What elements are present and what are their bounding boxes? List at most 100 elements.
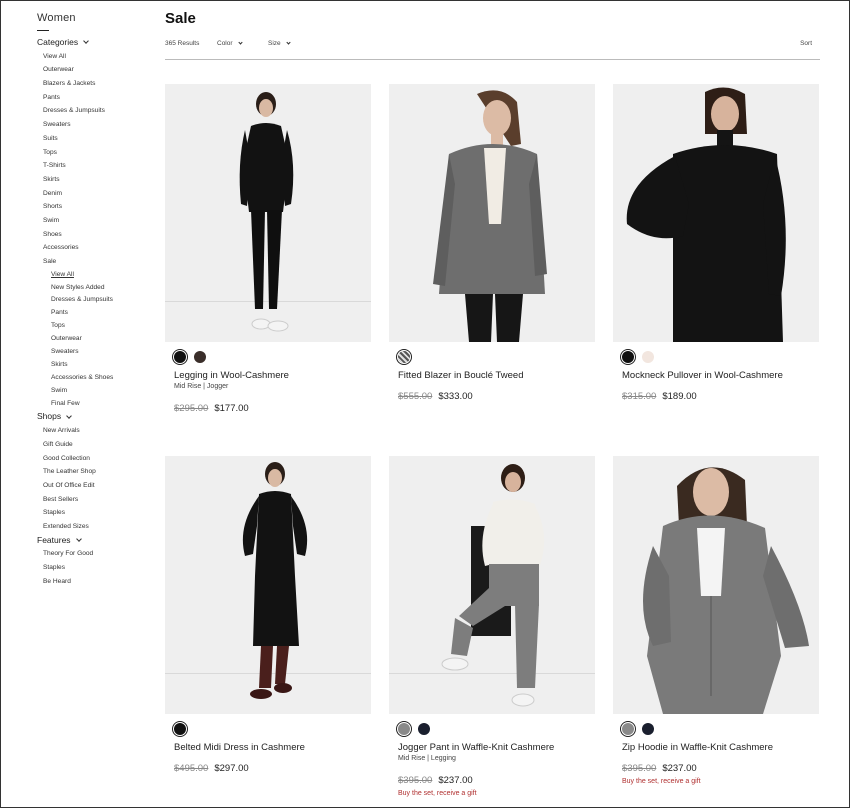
chevron-down-icon — [75, 536, 82, 542]
product-name[interactable]: Legging in Wool-Cashmere — [174, 370, 289, 381]
sidebar-item-tops[interactable]: Tops — [37, 146, 157, 160]
sidebar-item-out-of-office[interactable]: Out Of Office Edit — [37, 479, 157, 493]
sale-price: $297.00 — [214, 763, 249, 774]
sidebar-item-staples[interactable]: Staples — [37, 506, 157, 520]
product-name[interactable]: Belted Midi Dress in Cashmere — [174, 742, 305, 753]
sidebar-item-theory-for-good[interactable]: Theory For Good — [37, 547, 157, 561]
sale-price: $237.00 — [438, 775, 473, 786]
sidebar-item-shoes[interactable]: Shoes — [37, 228, 157, 242]
original-price: $555.00 — [398, 391, 433, 402]
chevron-down-icon — [286, 40, 291, 45]
sidebar-item-skirts[interactable]: Skirts — [37, 173, 157, 187]
product-image[interactable] — [165, 456, 371, 714]
sidebar-group-features[interactable]: Features — [37, 534, 157, 548]
sale-price: $333.00 — [438, 391, 473, 402]
sidebar-item-new-arrivals[interactable]: New Arrivals — [37, 424, 157, 438]
sale-sub-swim[interactable]: Swim — [37, 385, 157, 398]
sort-button[interactable]: Sort — [800, 40, 812, 47]
product-price: $395.00 $237.00 — [398, 775, 473, 786]
chevron-down-icon — [66, 412, 72, 419]
swatch-grey[interactable] — [398, 723, 410, 735]
product-price: $395.00 $237.00 — [622, 763, 697, 774]
product-card: Jogger Pant in Waffle-Knit Cashmere Mid … — [389, 456, 595, 797]
swatch-brown[interactable] — [194, 351, 206, 363]
sale-sub-label: View All — [51, 270, 74, 278]
promo-message[interactable]: Buy the set, receive a gift — [622, 778, 701, 785]
swatch-tweed[interactable] — [398, 351, 410, 363]
swatch-black[interactable] — [622, 351, 634, 363]
product-name[interactable]: Mockneck Pullover in Wool-Cashmere — [622, 370, 783, 381]
sale-sub-tops[interactable]: Tops — [37, 320, 157, 333]
swatch-navy[interactable] — [642, 723, 654, 735]
product-image[interactable] — [389, 456, 595, 714]
sidebar-item-accessories[interactable]: Accessories — [37, 241, 157, 255]
swatch-black[interactable] — [174, 723, 186, 735]
color-swatches — [398, 723, 430, 735]
sidebar-item-view-all[interactable]: View All — [37, 50, 157, 64]
original-price: $395.00 — [398, 775, 433, 786]
sidebar-item-denim[interactable]: Denim — [37, 187, 157, 201]
product-name[interactable]: Fitted Blazer in Bouclé Tweed — [398, 370, 524, 381]
sale-price: $177.00 — [214, 403, 249, 414]
sidebar-title[interactable]: Women — [37, 12, 157, 24]
sidebar-group-shops[interactable]: Shops — [37, 410, 157, 424]
sidebar-item-dresses-jumpsuits[interactable]: Dresses & Jumpsuits — [37, 104, 157, 118]
filter-label: Size — [268, 40, 281, 47]
sidebar-group-categories[interactable]: Categories — [37, 36, 157, 50]
color-swatches — [398, 351, 410, 363]
sale-sub-dresses-jumpsuits[interactable]: Dresses & Jumpsuits — [37, 294, 157, 307]
sidebar-item-blazers-jackets[interactable]: Blazers & Jackets — [37, 77, 157, 91]
sidebar-item-be-heard[interactable]: Be Heard — [37, 575, 157, 589]
sidebar-item-sweaters[interactable]: Sweaters — [37, 118, 157, 132]
sale-sub-view-all[interactable]: View All — [37, 269, 157, 282]
sidebar-title-rule — [37, 30, 49, 31]
swatch-navy[interactable] — [418, 723, 430, 735]
sidebar-item-extended-sizes[interactable]: Extended Sizes — [37, 520, 157, 534]
sidebar-item-best-sellers[interactable]: Best Sellers — [37, 493, 157, 507]
sale-sub-new-styles[interactable]: New Styles Added — [37, 282, 157, 295]
original-price: $495.00 — [174, 763, 209, 774]
sidebar-item-leather-shop[interactable]: The Leather Shop — [37, 465, 157, 479]
color-swatches — [174, 723, 186, 735]
model-pullover-illustration — [626, 87, 786, 342]
sale-sub-accessories-shoes[interactable]: Accessories & Shoes — [37, 372, 157, 385]
sidebar-item-staples-feature[interactable]: Staples — [37, 561, 157, 575]
color-swatches — [174, 351, 206, 363]
product-card: Legging in Wool-Cashmere Mid Rise | Jogg… — [165, 84, 371, 414]
sidebar-item-gift-guide[interactable]: Gift Guide — [37, 438, 157, 452]
product-card: Fitted Blazer in Bouclé Tweed $555.00 $33… — [389, 84, 595, 402]
model-dress-illustration — [242, 462, 308, 699]
product-name[interactable]: Jogger Pant in Waffle-Knit Cashmere — [398, 742, 554, 753]
swatch-grey[interactable] — [622, 723, 634, 735]
sale-sub-pants[interactable]: Pants — [37, 307, 157, 320]
product-name[interactable]: Zip Hoodie in Waffle-Knit Cashmere — [622, 742, 773, 753]
sidebar-item-swim[interactable]: Swim — [37, 214, 157, 228]
sale-sub-outerwear[interactable]: Outerwear — [37, 333, 157, 346]
sale-sub-final-few[interactable]: Final Few — [37, 398, 157, 411]
sidebar-item-outerwear[interactable]: Outerwear — [37, 63, 157, 77]
product-price: $555.00 $333.00 — [398, 391, 473, 402]
model-jogger-illustration — [441, 464, 545, 707]
size-filter-dropdown[interactable]: Size — [268, 40, 291, 47]
model-hoodie-illustration — [643, 467, 809, 714]
sidebar-item-sale[interactable]: Sale — [37, 255, 157, 269]
original-price: $315.00 — [622, 391, 657, 402]
product-image[interactable] — [165, 84, 371, 342]
swatch-ivory[interactable] — [642, 351, 654, 363]
sale-price: $237.00 — [662, 763, 697, 774]
sidebar-item-pants[interactable]: Pants — [37, 91, 157, 105]
product-image[interactable] — [613, 456, 819, 714]
sidebar-item-good-collection[interactable]: Good Collection — [37, 452, 157, 466]
product-image[interactable] — [613, 84, 819, 342]
promo-message[interactable]: Buy the set, receive a gift — [398, 790, 477, 797]
sale-sub-skirts[interactable]: Skirts — [37, 359, 157, 372]
swatch-black[interactable] — [174, 351, 186, 363]
color-filter-dropdown[interactable]: Color — [217, 40, 243, 47]
sidebar-item-t-shirts[interactable]: T-Shirts — [37, 159, 157, 173]
chevron-down-icon — [237, 40, 243, 45]
original-price: $395.00 — [622, 763, 657, 774]
sale-sub-sweaters[interactable]: Sweaters — [37, 346, 157, 359]
sidebar-item-shorts[interactable]: Shorts — [37, 200, 157, 214]
sidebar-item-suits[interactable]: Suits — [37, 132, 157, 146]
product-image[interactable] — [389, 84, 595, 342]
